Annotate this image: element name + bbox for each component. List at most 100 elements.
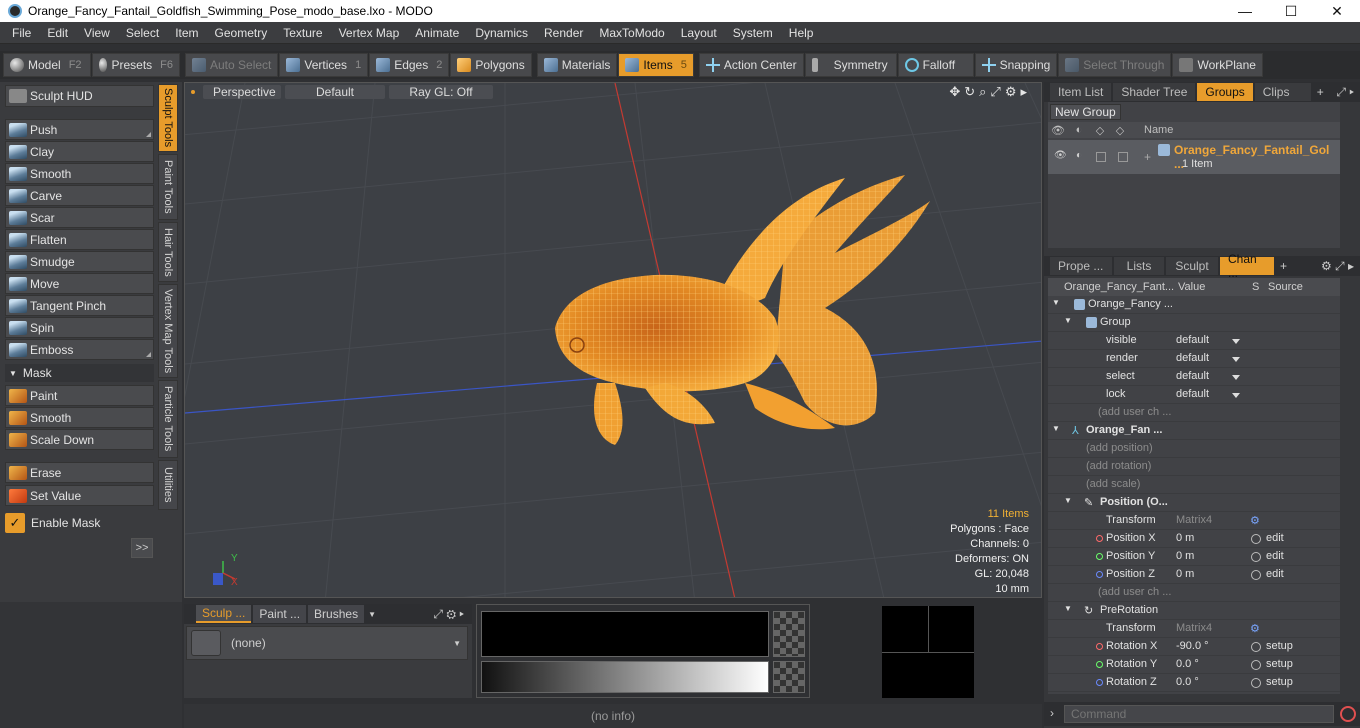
expand-plus-icon[interactable]: +	[1144, 150, 1151, 164]
select-toggle-box[interactable]	[1096, 152, 1106, 162]
pan-icon[interactable]: ✥	[949, 84, 960, 100]
vertices-button[interactable]: Vertices 1	[279, 53, 369, 77]
channel-row[interactable]: (add scale)	[1048, 476, 1340, 494]
vtab-paint-tools[interactable]: Paint Tools	[158, 154, 178, 220]
materials-button[interactable]: Materials	[536, 53, 618, 77]
chevron-down-icon[interactable]	[1232, 375, 1240, 380]
eye-icon[interactable]: 👁	[1048, 124, 1068, 137]
vtab-utilities[interactable]: Utilities	[158, 460, 178, 510]
channel-row[interactable]: (add user ch ...	[1048, 404, 1340, 422]
erase-button[interactable]: Erase	[5, 462, 154, 483]
channel-row[interactable]: select default	[1048, 368, 1340, 386]
tool-move[interactable]: Move	[5, 273, 154, 294]
channel-row[interactable]: Rotation Z 0.0 ° setup	[1048, 674, 1340, 692]
symmetry-button[interactable]: Symmetry	[804, 53, 897, 77]
tab-sculpt[interactable]: Sculp ...	[196, 605, 252, 623]
channel-row[interactable]: visible default	[1048, 332, 1340, 350]
menu-edit[interactable]: Edit	[39, 22, 76, 44]
state-circle[interactable]	[1251, 534, 1261, 544]
tool-smudge[interactable]: Smudge	[5, 251, 154, 272]
vtab-sculpt-tools[interactable]: Sculpt Tools	[158, 84, 178, 152]
tab-lists[interactable]: Lists	[1114, 257, 1164, 275]
3d-viewport[interactable]: Perspective Default Ray GL: Off ✥ ↻ ⌕ ⤢ …	[184, 82, 1042, 598]
channel-value[interactable]: 0 m	[1176, 550, 1194, 562]
channel-row[interactable]: Position Y 0 m edit	[1048, 548, 1340, 566]
channel-row[interactable]: Rotation Y 0.0 ° setup	[1048, 656, 1340, 674]
gear-link-icon[interactable]: ⚙	[1250, 622, 1260, 635]
edges-button[interactable]: Edges 2	[369, 53, 450, 77]
channel-value[interactable]: 0.0 °	[1176, 658, 1199, 670]
channel-value[interactable]: 0 m	[1176, 532, 1194, 544]
shading-dropdown[interactable]: Default	[285, 85, 385, 99]
channel-value[interactable]: -90.0 °	[1176, 640, 1209, 652]
chevron-down-icon[interactable]	[1232, 393, 1240, 398]
grayscale-gradient[interactable]	[481, 661, 769, 693]
panel-options-icon[interactable]: ⤢ ▸	[1336, 85, 1354, 100]
add-tab-icon[interactable]: +	[1313, 83, 1328, 101]
perspective-dropdown[interactable]: Perspective	[203, 85, 281, 99]
row-toggle-icon[interactable]: ▼	[1052, 424, 1060, 433]
channel-row[interactable]: ▼ Group	[1048, 314, 1340, 332]
menu-layout[interactable]: Layout	[673, 22, 725, 44]
row-toggle-icon[interactable]: ▼	[1052, 298, 1060, 307]
row-toggle-icon[interactable]: ▼	[1064, 316, 1072, 325]
tab-groups[interactable]: Groups	[1197, 83, 1253, 101]
state-circle[interactable]	[1251, 678, 1261, 688]
new-group-button[interactable]: New Group	[1050, 104, 1121, 120]
minimize-button[interactable]: —	[1222, 0, 1268, 22]
mask-tool-paint[interactable]: Paint	[5, 385, 154, 406]
tool-smooth[interactable]: Smooth	[5, 163, 154, 184]
tool-flatten[interactable]: Flatten	[5, 229, 154, 250]
select-lock-icon[interactable]: ◇	[1090, 124, 1110, 137]
channel-row[interactable]: Rotation X -90.0 ° setup	[1048, 638, 1340, 656]
menu-vertex-map[interactable]: Vertex Map	[331, 22, 408, 44]
tool-push[interactable]: Push	[5, 119, 154, 140]
channel-row[interactable]: ▼ ↻ PreRotation	[1048, 602, 1340, 620]
raygl-toggle[interactable]: Ray GL: Off	[389, 85, 493, 99]
enable-mask-toggle[interactable]: ✓ Enable Mask	[5, 512, 154, 534]
mask-tool-scale-down[interactable]: Scale Down	[5, 429, 154, 450]
checker-swatch-top[interactable]	[773, 611, 805, 657]
rotate-icon[interactable]: ↻	[964, 84, 975, 100]
tab-properties[interactable]: Prope ...	[1050, 257, 1112, 275]
maximize-button[interactable]: ☐	[1268, 0, 1314, 22]
items-button[interactable]: Items 5	[618, 53, 694, 77]
vtab-hair-tools[interactable]: Hair Tools	[158, 222, 178, 282]
channel-row[interactable]: Transform Matrix4 ⚙	[1048, 620, 1340, 638]
channel-row[interactable]: (add position)	[1048, 440, 1340, 458]
menu-help[interactable]: Help	[781, 22, 822, 44]
settings-gear-icon[interactable]: ⚙	[1005, 84, 1017, 100]
row-toggle-icon[interactable]: ▼	[1064, 496, 1072, 505]
channel-row[interactable]: Transform Matrix4 ⚙	[1048, 512, 1340, 530]
select-through-button[interactable]: Select Through	[1058, 53, 1172, 77]
render-toggle-icon[interactable]: ◐	[1076, 150, 1082, 161]
tab-clips[interactable]: Clips	[1254, 83, 1311, 101]
tab-shader-tree[interactable]: Shader Tree	[1113, 83, 1196, 101]
auto-select-button[interactable]: Auto Select	[185, 53, 279, 77]
model-button[interactable]: Model F2	[3, 53, 91, 77]
channel-row[interactable]: lock default	[1048, 386, 1340, 404]
tab-channels[interactable]: Chan ...	[1220, 252, 1274, 280]
channel-row[interactable]: render default	[1048, 350, 1340, 368]
channel-value[interactable]: 0 m	[1176, 568, 1194, 580]
maximize-view-icon[interactable]: ⤢	[990, 84, 1000, 100]
action-center-button[interactable]: Action Center	[698, 53, 804, 77]
menu-system[interactable]: System	[725, 22, 781, 44]
menu-geometry[interactable]: Geometry	[207, 22, 276, 44]
lock-toggle-box[interactable]	[1118, 152, 1128, 162]
tab-brushes[interactable]: Brushes	[308, 605, 365, 623]
group-row[interactable]: 👁 ◐ + Orange_Fancy_Fantail_Gol ... 1 Ite…	[1048, 140, 1340, 174]
channel-value[interactable]: default	[1176, 388, 1209, 400]
presets-button[interactable]: Presets F6	[92, 53, 180, 77]
menu-file[interactable]: File	[4, 22, 39, 44]
command-input[interactable]	[1064, 705, 1334, 723]
zoom-icon[interactable]: ⌕	[979, 84, 986, 100]
channel-row[interactable]: Position Z 0 m edit	[1048, 566, 1340, 584]
lock-icon[interactable]: ◇	[1110, 124, 1130, 137]
tab-sculpt[interactable]: Sculpt	[1166, 257, 1218, 275]
state-circle[interactable]	[1251, 642, 1261, 652]
channel-row[interactable]: ▼ ✎ Position (O...	[1048, 494, 1340, 512]
tab-item-list[interactable]: Item List	[1050, 83, 1112, 101]
falloff-button[interactable]: Falloff	[897, 53, 974, 77]
checker-swatch-bottom[interactable]	[773, 661, 805, 693]
